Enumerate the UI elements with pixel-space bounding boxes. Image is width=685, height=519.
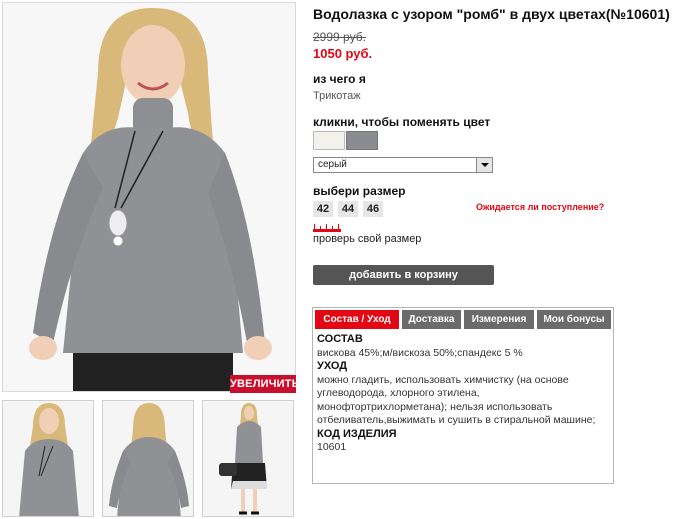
care-text: можно гладить, использовать химчистку (н… (317, 373, 596, 427)
product-main-photo[interactable] (2, 2, 296, 392)
check-size-link[interactable]: проверь свой размер (313, 233, 421, 245)
new-price: 1050 руб. (313, 46, 373, 61)
color-label: кликни, чтобы поменять цвет (313, 115, 491, 129)
thumbnail-image (103, 401, 193, 516)
product-title: Водолазка с узором "ромб" в двух цветах(… (313, 6, 670, 22)
size-label: выбери размер (313, 184, 406, 198)
zoom-button[interactable]: УВЕЛИЧИТЬ (230, 375, 300, 393)
size-option-44[interactable]: 44 (338, 201, 358, 217)
thumbnail-image (203, 401, 293, 516)
composition-heading: СОСТАВ (317, 333, 363, 345)
thumbnail-back[interactable] (102, 400, 194, 517)
color-select[interactable]: серый (313, 157, 493, 173)
add-to-cart-button[interactable]: добавить в корзину (313, 265, 494, 285)
details-content: СОСТАВ вискова 45%;м/вискоза 50%;спандек… (317, 333, 609, 455)
size-option-46[interactable]: 46 (363, 201, 383, 217)
composition-text: вискова 45%;м/вискоза 50%;спандекс 5 % (317, 346, 523, 359)
tab-my-bonuses[interactable]: Мои бонусы (537, 310, 611, 329)
size-option-42[interactable]: 42 (313, 201, 333, 217)
model-illustration (3, 3, 295, 391)
code-heading: КОД ИЗДЕЛИЯ (317, 427, 397, 440)
thumbnail-image (3, 401, 93, 516)
color-select-value: серый (318, 159, 347, 170)
material-label: из чего я (313, 72, 366, 86)
color-swatch-white[interactable] (313, 131, 345, 150)
product-code: 10601 (317, 441, 347, 453)
ruler-icon (313, 224, 341, 232)
tab-composition-care[interactable]: Состав / Уход (315, 310, 399, 329)
availability-link[interactable]: Ожидается ли поступление? (476, 202, 604, 212)
thumbnail-full-outfit[interactable] (202, 400, 294, 517)
care-heading: УХОД (317, 360, 348, 372)
material-value: Трикотаж (313, 90, 361, 102)
tab-delivery[interactable]: Доставка (402, 310, 461, 329)
chevron-down-icon[interactable] (476, 158, 492, 172)
product-details-panel: Состав / Уход Доставка Измерения Мои бон… (312, 307, 614, 484)
old-price: 2999 руб. (313, 30, 366, 44)
color-swatch-grey[interactable] (346, 131, 378, 150)
tab-measurements[interactable]: Измерения (464, 310, 534, 329)
thumbnail-front[interactable] (2, 400, 94, 517)
